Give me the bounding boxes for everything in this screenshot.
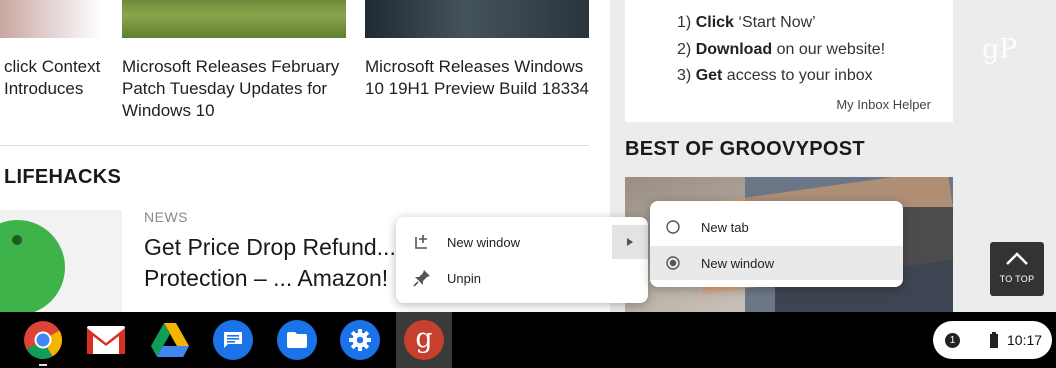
news-category: NEWS [144, 209, 188, 225]
menu-item-unpin[interactable]: Unpin [396, 261, 648, 295]
radio-selected-icon [666, 256, 680, 270]
radio-unselected-icon [666, 220, 680, 234]
chrome-icon[interactable] [23, 320, 63, 360]
best-of-heading: BEST OF GROOVYPOST [625, 138, 865, 160]
to-top-button[interactable]: TO TOP [990, 242, 1044, 296]
to-top-label: TO TOP [999, 274, 1035, 284]
submenu-item-new-window[interactable]: New window [650, 246, 903, 280]
clock-time: 10:17 [1007, 332, 1043, 348]
submenu-arrow-area[interactable] [612, 225, 648, 259]
article-thumbnail-2[interactable] [122, 0, 346, 38]
groovypost-logo: gP [982, 34, 1018, 65]
chevron-up-icon [1006, 252, 1028, 265]
menu-item-new-window[interactable]: New window [396, 225, 648, 259]
shelf: g 1 10:17 [0, 312, 1056, 368]
groovypost-icon[interactable]: g [404, 320, 444, 360]
news-thumbnail[interactable] [0, 210, 122, 312]
active-app-indicator [39, 364, 47, 366]
submenu-item-new-tab[interactable]: New tab [650, 210, 903, 244]
pin-icon [413, 270, 430, 287]
submenu-item-label: New tab [701, 219, 749, 235]
wifi-icon [967, 336, 975, 346]
ad-footer: My Inbox Helper [836, 97, 931, 112]
settings-icon[interactable] [340, 320, 380, 360]
context-menu: New window Unpin [396, 217, 648, 303]
section-heading: LIFEHACKS [4, 166, 122, 188]
drive-icon[interactable] [150, 320, 190, 360]
groovypost-letter: g [415, 322, 433, 354]
caret-right-icon [627, 238, 633, 246]
messages-icon[interactable] [213, 320, 253, 360]
article-title-3[interactable]: Microsoft Releases Windows 10 19H1 Previ… [365, 56, 595, 100]
status-tray[interactable]: 1 10:17 [933, 321, 1052, 359]
ad-step-3: 3) Get access to your inbox [677, 67, 873, 84]
article-thumbnail-1[interactable] [0, 0, 103, 38]
article-thumbnail-3[interactable] [365, 0, 589, 38]
gmail-icon[interactable] [86, 320, 126, 360]
files-icon[interactable] [277, 320, 317, 360]
menu-item-label: Unpin [447, 270, 481, 286]
notification-badge[interactable]: 1 [945, 333, 960, 348]
article-title-2[interactable]: Microsoft Releases February Patch Tuesda… [122, 56, 352, 122]
new-window-icon [415, 235, 427, 249]
ad-steps: 1) Click ‘Start Now’ 2) Download on our … [677, 10, 885, 90]
ad-step-1: 1) Click ‘Start Now’ [677, 14, 816, 31]
submenu-item-label: New window [701, 255, 774, 271]
menu-item-label: New window [447, 234, 520, 250]
article-title-1[interactable]: click Context Introduces [4, 56, 100, 100]
ad-step-2: 2) Download on our website! [677, 40, 886, 58]
divider [0, 145, 589, 146]
battery-icon [990, 332, 998, 348]
ad-box[interactable]: 1) Click ‘Start Now’ 2) Download on our … [625, 0, 953, 122]
submenu: New tab New window [650, 201, 903, 287]
